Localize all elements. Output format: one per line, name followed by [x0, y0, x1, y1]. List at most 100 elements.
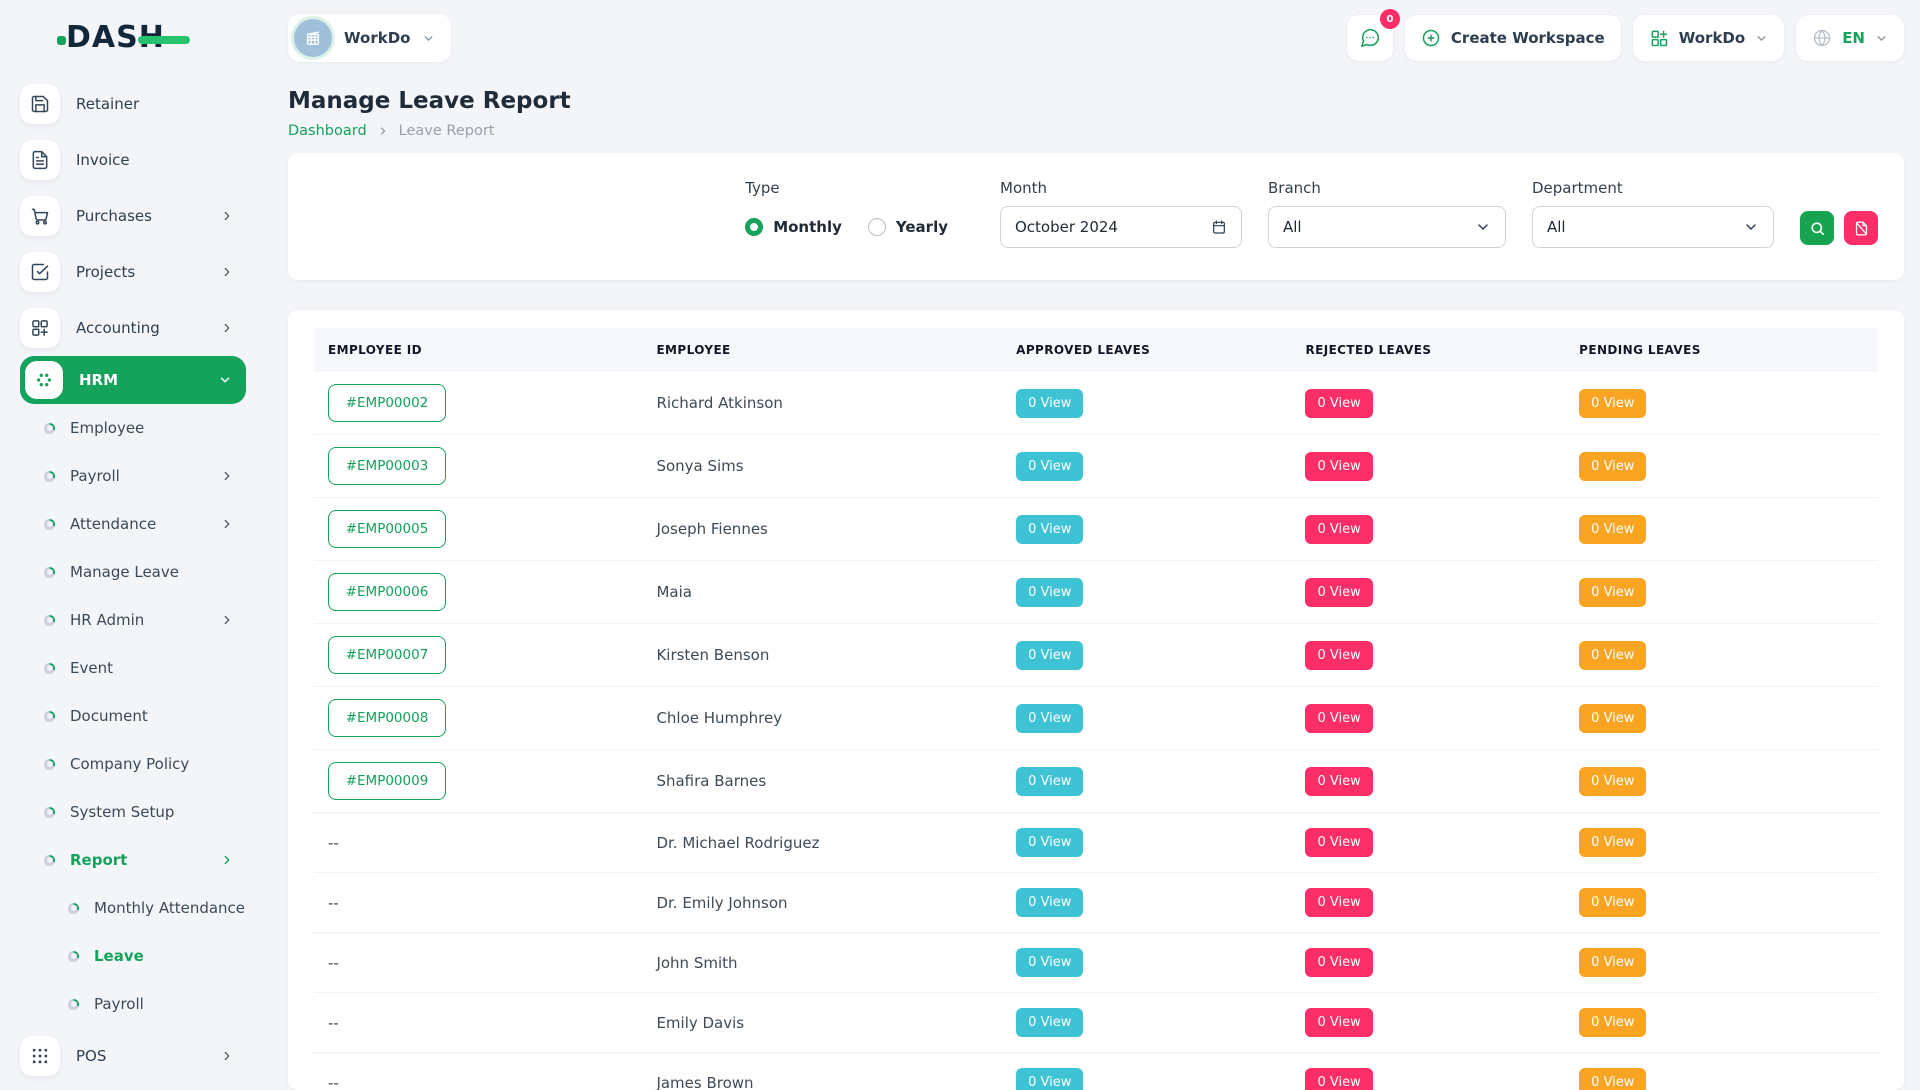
employee-id-button[interactable]: #EMP00002: [328, 384, 446, 422]
search-button[interactable]: [1800, 211, 1834, 245]
approved-leaves-badge[interactable]: 0 View: [1016, 389, 1083, 418]
pending-leaves-badge[interactable]: 0 View: [1579, 1008, 1646, 1037]
employee-id-button[interactable]: #EMP00005: [328, 510, 446, 548]
approved-leaves-badge[interactable]: 0 View: [1016, 1008, 1083, 1037]
approved-leaves-badge[interactable]: 0 View: [1016, 1068, 1083, 1090]
yearly-radio[interactable]: [868, 218, 886, 236]
sidebar-item-payroll-report[interactable]: Payroll: [20, 980, 246, 1028]
sidebar-item-hrm[interactable]: HRM: [20, 356, 246, 404]
sidebar-item-attendance[interactable]: Attendance: [20, 500, 246, 548]
sidebar-item-payroll[interactable]: Payroll: [20, 452, 246, 500]
sidebar-item-purchases[interactable]: Purchases: [20, 188, 246, 244]
approved-leaves-badge[interactable]: 0 View: [1016, 888, 1083, 917]
approved-leaves-badge[interactable]: 0 View: [1016, 767, 1083, 796]
pending-leaves-badge[interactable]: 0 View: [1579, 389, 1646, 418]
chevron-right-icon: [220, 265, 234, 279]
bullet-icon: [44, 615, 55, 626]
employee-id-button[interactable]: #EMP00007: [328, 636, 446, 674]
messenger-button[interactable]: 0: [1347, 15, 1393, 61]
search-icon: [1809, 220, 1826, 237]
create-workspace-button[interactable]: Create Workspace: [1405, 15, 1621, 61]
approved-leaves-badge[interactable]: 0 View: [1016, 452, 1083, 481]
sidebar-item-retainer[interactable]: Retainer: [20, 76, 246, 132]
rejected-leaves-badge[interactable]: 0 View: [1305, 1068, 1372, 1090]
sidebar-item-leave[interactable]: Leave: [20, 932, 246, 980]
monthly-radio-label[interactable]: Monthly: [773, 218, 842, 236]
type-radio-row: Monthly Yearly: [745, 206, 974, 248]
sidebar-item-projects[interactable]: Projects: [20, 244, 246, 300]
employee-id-empty: --: [328, 1074, 339, 1090]
pending-leaves-badge[interactable]: 0 View: [1579, 1068, 1646, 1090]
employee-name: Chloe Humphrey: [656, 709, 782, 727]
app-switcher-button[interactable]: WorkDo: [1633, 15, 1784, 61]
sidebar-item-manage-leave[interactable]: Manage Leave: [20, 548, 246, 596]
pending-leaves-badge[interactable]: 0 View: [1579, 828, 1646, 857]
rejected-leaves-badge[interactable]: 0 View: [1305, 888, 1372, 917]
purchases-icon: [20, 196, 60, 236]
topbar-actions: 0 Create Workspace WorkDo: [1347, 15, 1904, 61]
language-code: EN: [1842, 29, 1865, 47]
pending-leaves-badge[interactable]: 0 View: [1579, 452, 1646, 481]
chat-icon: [1359, 27, 1381, 49]
rejected-leaves-badge[interactable]: 0 View: [1305, 767, 1372, 796]
department-select[interactable]: All: [1532, 206, 1774, 248]
branch-select[interactable]: All: [1268, 206, 1506, 248]
approved-leaves-badge[interactable]: 0 View: [1016, 948, 1083, 977]
rejected-leaves-badge[interactable]: 0 View: [1305, 578, 1372, 607]
topbar: WorkDo 0 Create Workspace: [288, 12, 1904, 64]
rejected-leaves-badge[interactable]: 0 View: [1305, 641, 1372, 670]
pending-leaves-badge[interactable]: 0 View: [1579, 948, 1646, 977]
bullet-icon: [44, 567, 55, 578]
approved-leaves-badge[interactable]: 0 View: [1016, 515, 1083, 544]
rejected-leaves-badge[interactable]: 0 View: [1305, 389, 1372, 418]
monthly-radio[interactable]: [745, 218, 763, 236]
sidebar-item-system-setup[interactable]: System Setup: [20, 788, 246, 836]
approved-leaves-badge[interactable]: 0 View: [1016, 704, 1083, 733]
sidebar-item-pos[interactable]: POS: [20, 1028, 246, 1084]
sidebar-item-hr-admin[interactable]: HR Admin: [20, 596, 246, 644]
yearly-radio-label[interactable]: Yearly: [896, 218, 948, 236]
branch-label: Branch: [1268, 179, 1506, 197]
app-logo[interactable]: DASH: [20, 14, 252, 64]
breadcrumb-dashboard-link[interactable]: Dashboard: [288, 123, 367, 139]
chevron-down-icon: [422, 32, 435, 45]
pending-leaves-badge[interactable]: 0 View: [1579, 641, 1646, 670]
sidebar-item-document[interactable]: Document: [20, 692, 246, 740]
pending-leaves-badge[interactable]: 0 View: [1579, 767, 1646, 796]
rejected-leaves-badge[interactable]: 0 View: [1305, 515, 1372, 544]
sidebar-item-report[interactable]: Report: [20, 836, 246, 884]
pending-leaves-badge[interactable]: 0 View: [1579, 578, 1646, 607]
rejected-leaves-badge[interactable]: 0 View: [1305, 1008, 1372, 1037]
sidebar-item-event[interactable]: Event: [20, 644, 246, 692]
sidebar-item-employee[interactable]: Employee: [20, 404, 246, 452]
approved-leaves-badge[interactable]: 0 View: [1016, 578, 1083, 607]
employee-id-button[interactable]: #EMP00008: [328, 699, 446, 737]
rejected-leaves-badge[interactable]: 0 View: [1305, 452, 1372, 481]
chevron-right-icon: [377, 125, 389, 137]
bullet-icon: [68, 951, 79, 962]
rejected-leaves-badge[interactable]: 0 View: [1305, 704, 1372, 733]
language-selector[interactable]: EN: [1796, 15, 1904, 61]
rejected-leaves-badge[interactable]: 0 View: [1305, 828, 1372, 857]
sidebar-item-company-policy[interactable]: Company Policy: [20, 740, 246, 788]
sidebar-item-accounting[interactable]: Accounting: [20, 300, 246, 356]
approved-leaves-badge[interactable]: 0 View: [1016, 828, 1083, 857]
leave-report-table: Employee IDEmployeeApproved LeavesReject…: [314, 328, 1878, 1090]
employee-name: Dr. Michael Rodriguez: [656, 834, 819, 852]
pending-leaves-badge[interactable]: 0 View: [1579, 515, 1646, 544]
employee-name: Joseph Fiennes: [656, 520, 767, 538]
reset-filter-button[interactable]: [1844, 211, 1878, 245]
leave-report-table-card: Employee IDEmployeeApproved LeavesReject…: [288, 310, 1904, 1090]
employee-id-button[interactable]: #EMP00009: [328, 762, 446, 800]
rejected-leaves-badge[interactable]: 0 View: [1305, 948, 1372, 977]
chevron-right-icon: [220, 469, 234, 483]
approved-leaves-badge[interactable]: 0 View: [1016, 641, 1083, 670]
month-input[interactable]: October 2024: [1000, 206, 1242, 248]
sidebar-item-monthly-attendance[interactable]: Monthly Attendance: [20, 884, 246, 932]
pending-leaves-badge[interactable]: 0 View: [1579, 704, 1646, 733]
employee-id-button[interactable]: #EMP00003: [328, 447, 446, 485]
sidebar-item-invoice[interactable]: Invoice: [20, 132, 246, 188]
pending-leaves-badge[interactable]: 0 View: [1579, 888, 1646, 917]
workspace-selector[interactable]: WorkDo: [288, 14, 451, 62]
employee-id-button[interactable]: #EMP00006: [328, 573, 446, 611]
